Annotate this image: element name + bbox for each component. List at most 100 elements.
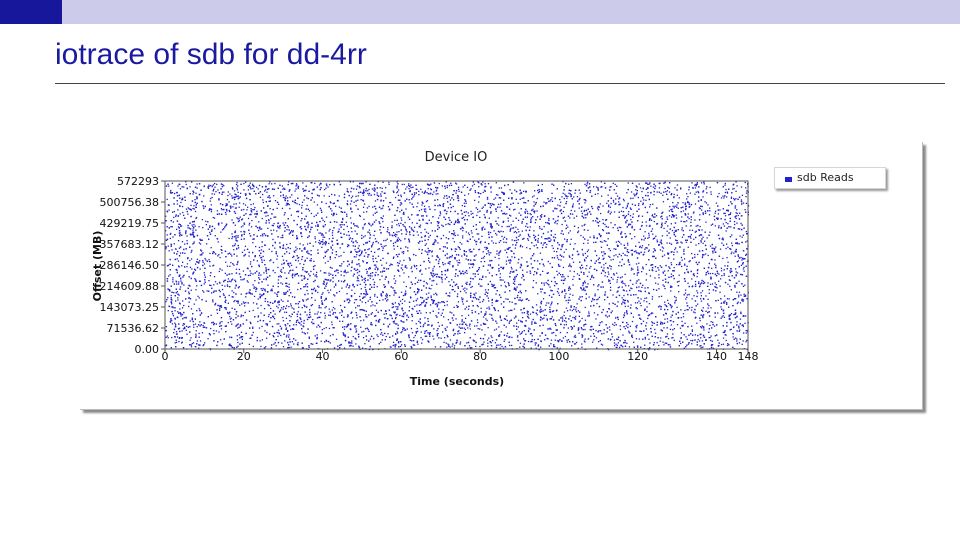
data-point (571, 254, 574, 256)
data-point (538, 226, 541, 228)
data-point (495, 293, 497, 295)
data-point (455, 192, 457, 194)
data-point (718, 273, 720, 275)
data-point (193, 326, 195, 328)
data-point (518, 331, 520, 333)
data-point (348, 345, 351, 347)
data-point (324, 317, 326, 319)
data-point (610, 268, 612, 270)
data-point (736, 291, 738, 293)
data-point (487, 297, 489, 299)
data-point (648, 249, 650, 251)
data-point (332, 306, 335, 309)
data-point (382, 215, 384, 217)
data-point (230, 317, 232, 319)
data-point (535, 304, 538, 306)
data-point (238, 247, 240, 249)
data-point (690, 234, 692, 236)
data-point (710, 224, 712, 226)
data-point (366, 271, 368, 273)
data-point (233, 291, 235, 294)
data-point (476, 325, 478, 327)
data-point (610, 202, 612, 205)
data-point (502, 268, 504, 270)
data-point (287, 323, 289, 325)
data-point (360, 320, 362, 322)
data-point (209, 252, 211, 255)
data-point (312, 323, 314, 325)
data-point (322, 219, 324, 221)
data-point (252, 203, 255, 205)
data-point (682, 313, 685, 315)
data-point (334, 257, 336, 259)
data-point (532, 216, 534, 218)
data-point (454, 275, 456, 277)
data-point (194, 323, 197, 325)
data-point (356, 254, 358, 256)
data-point (615, 254, 617, 256)
data-point (396, 238, 399, 241)
data-point (714, 225, 716, 227)
data-point (351, 289, 353, 291)
data-point (619, 328, 622, 331)
data-point (397, 194, 400, 197)
data-point (632, 283, 634, 285)
data-point (564, 238, 566, 240)
data-point (298, 306, 300, 308)
data-point (556, 290, 559, 293)
data-point (481, 235, 483, 237)
data-point (620, 243, 622, 245)
data-point (565, 293, 567, 295)
data-point (701, 340, 704, 342)
data-point (343, 328, 346, 330)
data-point (318, 242, 320, 244)
data-point (587, 242, 589, 244)
data-point (297, 260, 300, 262)
data-point (560, 232, 562, 235)
data-point (724, 215, 727, 217)
data-point (457, 262, 459, 264)
data-point (582, 329, 584, 331)
data-point (437, 205, 439, 207)
data-point (406, 186, 408, 188)
data-point (464, 328, 467, 331)
data-point (167, 310, 169, 312)
data-point (499, 206, 501, 208)
data-point (183, 317, 185, 319)
data-point (455, 318, 457, 320)
data-point (178, 265, 180, 267)
data-point (202, 324, 204, 327)
data-point (353, 302, 356, 304)
data-point (537, 260, 539, 262)
data-point (573, 217, 575, 219)
data-point (189, 326, 191, 328)
data-point (244, 305, 246, 307)
data-point (295, 339, 297, 341)
data-point (254, 206, 256, 209)
data-point (493, 198, 495, 200)
data-point (484, 334, 486, 336)
data-point (619, 325, 621, 327)
data-point (308, 346, 310, 348)
data-point (449, 346, 451, 348)
data-point (736, 338, 738, 340)
data-point (315, 225, 317, 227)
data-point (379, 229, 381, 231)
data-point (416, 268, 418, 270)
data-point (235, 268, 238, 270)
data-point (190, 337, 192, 339)
data-point (187, 227, 189, 229)
data-point (284, 272, 286, 274)
data-point (227, 302, 229, 304)
data-point (404, 300, 406, 302)
data-point (559, 198, 561, 201)
device-io-chart: Device IO 572293500756.38429219.75357683… (91, 150, 759, 388)
data-point (601, 195, 603, 197)
data-point (261, 289, 263, 291)
data-point (676, 240, 678, 242)
data-point (624, 305, 626, 308)
data-point (593, 241, 595, 244)
data-point (569, 299, 571, 301)
data-point (414, 193, 416, 196)
data-point (405, 285, 407, 288)
